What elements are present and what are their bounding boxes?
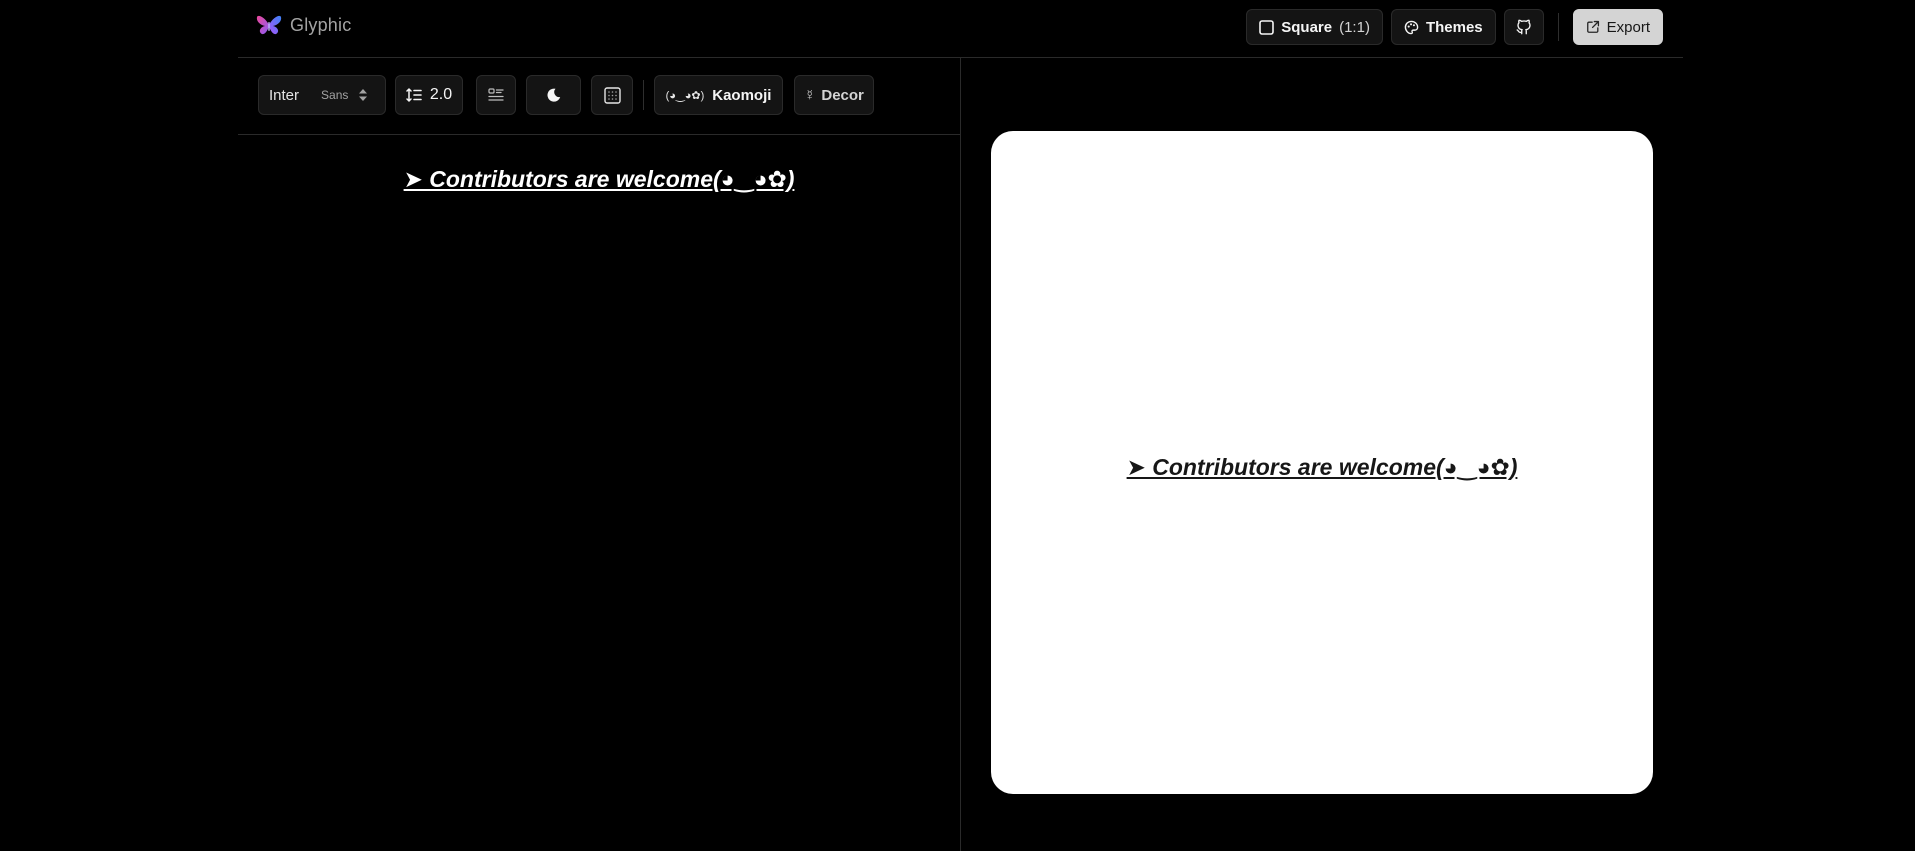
theme-toggle-button[interactable] [526,75,581,115]
grid-icon [603,86,621,104]
font-name: Inter [269,86,300,104]
text-align-button[interactable] [476,75,516,115]
aspect-ratio-button[interactable]: Square (1:1) [1246,9,1383,45]
github-button[interactable] [1503,9,1544,45]
export-label: Export [1606,18,1650,36]
header-divider [1557,13,1559,41]
top-header: Glyphic Square (1:1) Themes Export [238,0,1683,58]
text-align-icon [488,88,504,102]
chevron-up-down-icon [348,87,368,103]
header-actions: Square (1:1) Themes Export [1246,9,1663,45]
app-root: Glyphic Square (1:1) Themes Export Inter… [0,0,1915,851]
preview-card: ➤ Contributors are welcome(◕‿◕✿) [991,131,1653,794]
github-icon [1515,18,1533,36]
kaomoji-face: (◕‿◕✿) [665,89,705,102]
kaomoji-label: Kaomoji [712,86,772,104]
grid-toggle-button[interactable] [591,75,633,115]
editor-pane: Inter Sans 2.0 (◕‿◕✿) Kaomoji ☿ Decor ➤ … [238,58,961,851]
font-select[interactable]: Inter Sans [258,75,386,115]
brand[interactable]: Glyphic [256,14,351,36]
aspect-ratio-label: Square [1281,18,1333,36]
butterfly-icon [256,14,282,36]
editor-toolbar: Inter Sans 2.0 (◕‿◕✿) Kaomoji ☿ Decor [238,58,960,135]
font-category: Sans [321,88,349,102]
line-height-icon [406,87,422,103]
themes-button[interactable]: Themes [1390,9,1496,45]
line-height-value: 2.0 [429,86,453,103]
kaomoji-button[interactable]: (◕‿◕✿) Kaomoji [654,75,783,115]
export-button[interactable]: Export [1572,9,1663,45]
aspect-ratio-value: (1:1) [1339,18,1370,36]
square-icon [1259,19,1275,35]
line-height-button[interactable]: 2.0 [395,75,463,115]
preview-text: ➤ Contributors are welcome(◕‿◕✿) [1126,454,1518,480]
brand-name: Glyphic [290,14,352,35]
palette-icon [1404,20,1419,35]
decor-label: Decor [821,86,864,104]
editor-text[interactable]: ➤ Contributors are welcome(◕‿◕✿) [238,166,960,193]
toolbar-divider [643,80,644,110]
themes-label: Themes [1425,18,1483,36]
moon-icon [546,87,562,103]
decor-button[interactable]: ☿ Decor [794,75,874,115]
decor-icon: ☿ [804,86,816,104]
export-icon [1586,20,1600,34]
